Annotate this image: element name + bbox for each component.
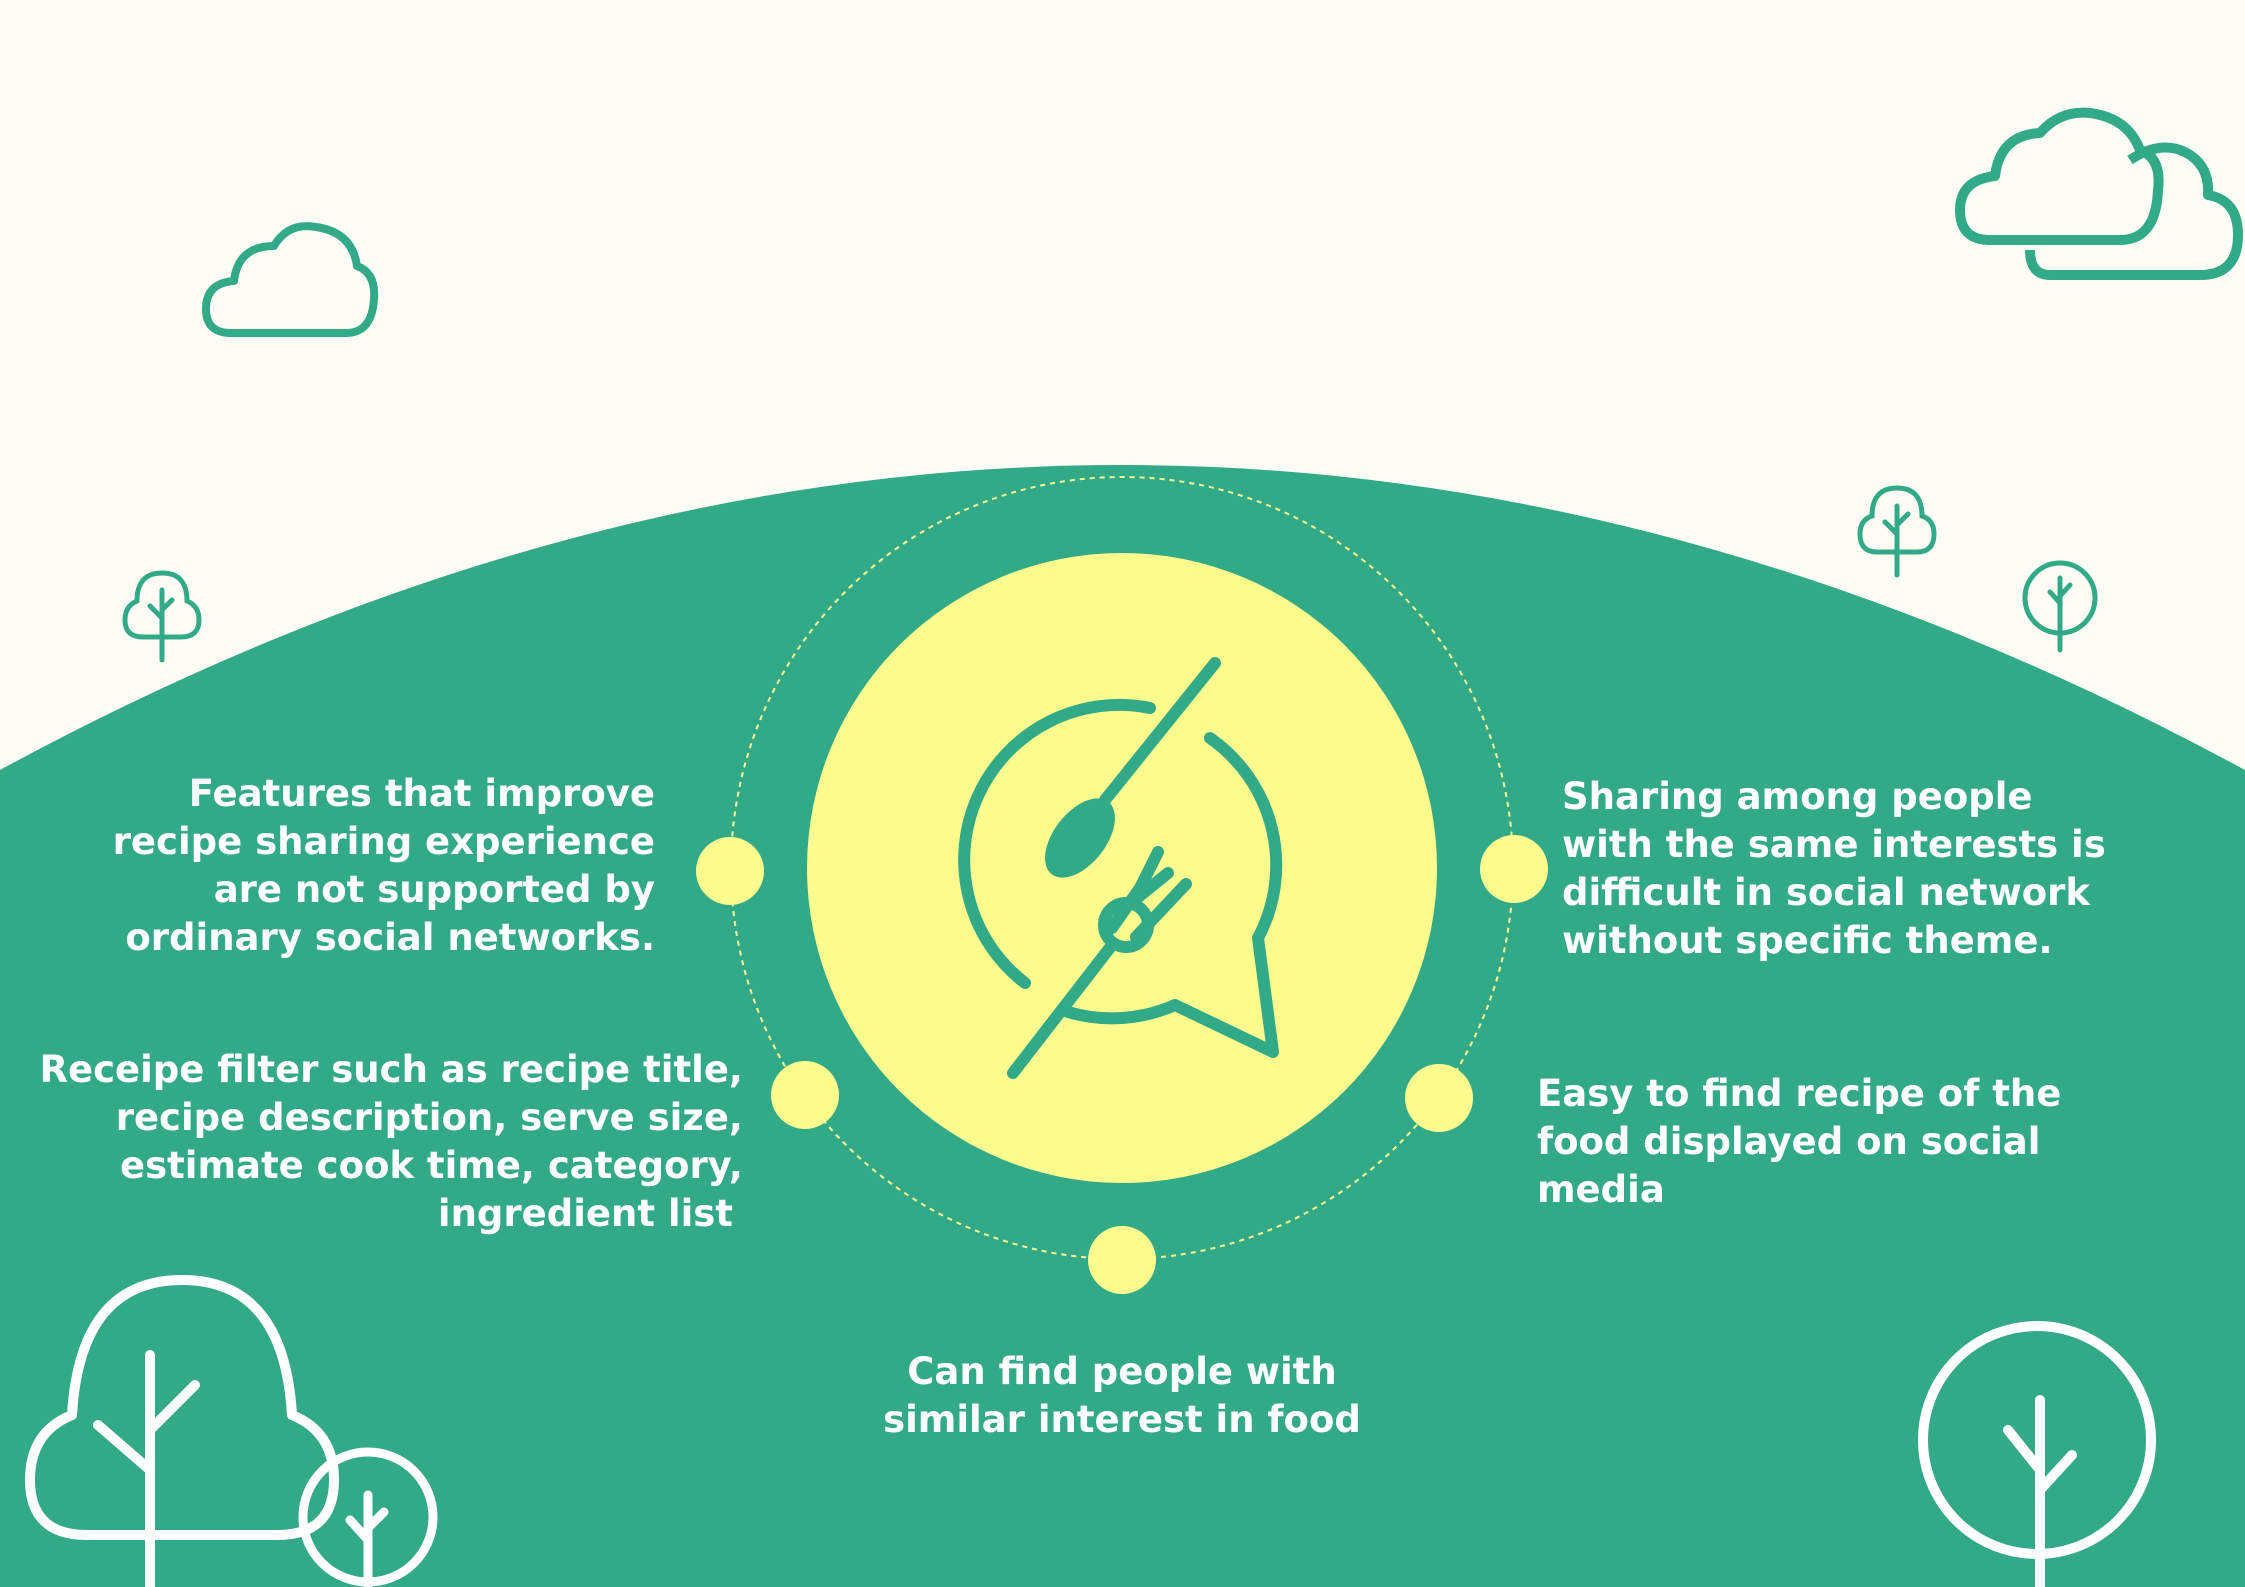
text-line: Sharing among people <box>1562 775 2033 818</box>
text-line: with the same interests is <box>1562 823 2106 866</box>
node-bottom-left <box>771 1061 839 1129</box>
node-top-left <box>696 837 764 905</box>
text-line: without specific theme. <box>1562 919 2053 962</box>
text-line: recipe sharing experience <box>112 820 655 863</box>
text-top-right: Sharing among people with the same inter… <box>1562 773 2106 965</box>
text-bottom-center: Can find people with similar interest in… <box>822 1348 1422 1444</box>
text-line: difficult in social network <box>1562 871 2091 914</box>
text-line: similar interest in food <box>883 1398 1361 1441</box>
text-line: ordinary social networks. <box>125 916 655 959</box>
text-line: ingredient list <box>437 1192 733 1235</box>
tree-icon <box>2022 560 2098 653</box>
node-top-right <box>1480 835 1548 903</box>
text-bottom-left: Receipe filter such as recipe title, rec… <box>40 1046 743 1238</box>
cloud-icon <box>202 222 379 337</box>
text-line: are not supported by <box>213 868 655 911</box>
text-line: Receipe filter such as recipe title, <box>39 1048 743 1091</box>
text-bottom-right: Easy to find recipe of the food displaye… <box>1537 1070 2061 1214</box>
tree-icon <box>1857 485 1937 578</box>
text-line: Features that improve <box>188 772 655 815</box>
text-line: estimate cook time, category, <box>119 1144 743 1187</box>
node-bottom-center <box>1088 1226 1156 1294</box>
center-disc <box>807 553 1437 1183</box>
text-line: Can find people with <box>907 1350 1337 1393</box>
tree-icon <box>122 570 202 663</box>
cloud-icon <box>1955 107 2243 280</box>
text-line: recipe description, serve size, <box>115 1096 743 1139</box>
text-line: media <box>1537 1168 1665 1211</box>
text-line: food displayed on social <box>1537 1120 2041 1163</box>
text-line: Easy to find recipe of the <box>1537 1072 2062 1115</box>
text-top-left: Features that improve recipe sharing exp… <box>113 770 655 962</box>
node-bottom-right <box>1405 1064 1473 1132</box>
